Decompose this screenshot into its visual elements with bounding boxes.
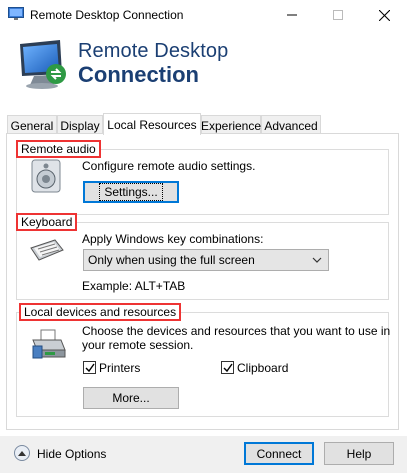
monitor-remote-icon [20, 40, 66, 89]
keyboard-combination-value: Only when using the full screen [88, 253, 255, 267]
remote-desktop-icon [8, 7, 24, 20]
banner-title-line2: Connection [78, 62, 199, 87]
settings-button-label: Settings... [99, 183, 163, 201]
checkmark-icon [223, 363, 233, 373]
hide-options-toggle[interactable] [14, 445, 30, 461]
tab-local-resources[interactable]: Local Resources [103, 113, 201, 135]
keyboard-description: Apply Windows key combinations: [82, 232, 264, 246]
printers-checkbox[interactable] [83, 361, 96, 374]
maximize-icon [333, 10, 343, 20]
remote-audio-description: Configure remote audio settings. [82, 159, 256, 173]
minimize-button[interactable] [269, 0, 315, 30]
keyboard-label: Keyboard [16, 213, 78, 231]
keyboard-combination-select[interactable]: Only when using the full screen [83, 249, 329, 271]
speaker-icon [31, 159, 61, 193]
tab-experience[interactable]: Experience [201, 115, 261, 135]
remote-audio-label: Remote audio [16, 140, 101, 158]
hide-options-label[interactable]: Hide Options [37, 447, 106, 461]
tab-display[interactable]: Display [57, 115, 103, 135]
settings-button[interactable]: Settings... [83, 181, 179, 203]
title-bar: Remote Desktop Connection [0, 0, 407, 30]
local-devices-label: Local devices and resources [19, 303, 182, 321]
local-resources-panel: Remote audio Configure remote audio sett… [6, 133, 399, 430]
close-icon [378, 9, 390, 21]
help-button[interactable]: Help [324, 442, 394, 465]
maximize-button[interactable] [315, 0, 361, 30]
printers-label[interactable]: Printers [99, 361, 140, 375]
printer-icon [32, 329, 66, 359]
clipboard-label[interactable]: Clipboard [237, 361, 288, 375]
window-title: Remote Desktop Connection [30, 8, 184, 22]
clipboard-checkbox[interactable] [221, 361, 234, 374]
chevron-up-icon [18, 451, 26, 456]
chevron-down-icon [312, 257, 322, 263]
banner: Remote Desktop Connection [0, 30, 407, 105]
local-devices-description-line2: your remote session. [82, 338, 194, 352]
local-devices-description-line1: Choose the devices and resources that yo… [82, 324, 391, 338]
connect-button[interactable]: Connect [244, 442, 314, 465]
keyboard-icon [30, 239, 64, 261]
banner-title-line1: Remote Desktop [78, 40, 229, 62]
more-button[interactable]: More... [83, 387, 179, 409]
close-button[interactable] [361, 0, 407, 30]
minimize-icon [287, 14, 297, 16]
tab-advanced[interactable]: Advanced [261, 115, 321, 135]
tab-general[interactable]: General [7, 115, 57, 135]
keyboard-example: Example: ALT+TAB [82, 279, 186, 293]
checkmark-icon [85, 363, 95, 373]
